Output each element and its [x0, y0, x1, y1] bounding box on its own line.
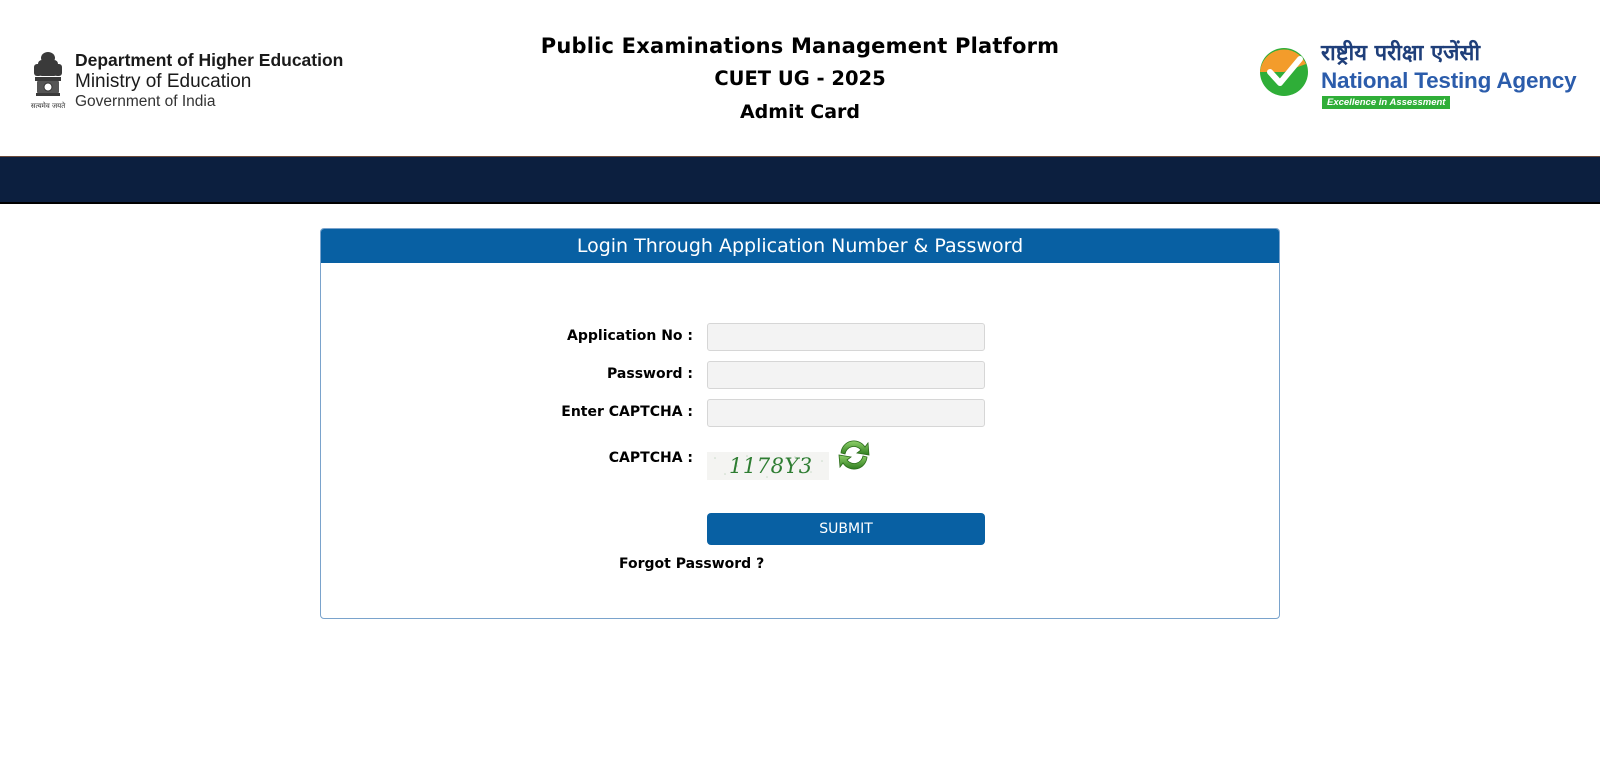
password-input[interactable] — [707, 361, 985, 389]
header-titles: Public Examinations Management Platform … — [400, 30, 1200, 128]
application-no-input[interactable] — [707, 323, 985, 351]
department-logo-block: सत्यमेव जयते Department of Higher Educat… — [28, 48, 388, 114]
navigation-bar — [0, 157, 1600, 204]
government-name: Government of India — [75, 93, 216, 110]
ministry-name: Ministry of Education — [75, 71, 252, 92]
department-text: Department of Higher Education Ministry … — [75, 50, 343, 111]
nta-logo-icon — [1260, 48, 1308, 96]
captcha-text: 1178Y3 — [729, 454, 813, 478]
emblem-caption: सत्यमेव जयते — [31, 101, 66, 110]
submit-button[interactable]: SUBMIT — [707, 513, 985, 545]
enter-captcha-label: Enter CAPTCHA : — [561, 404, 693, 420]
login-panel: Login Through Application Number & Passw… — [320, 228, 1280, 619]
captcha-label: CAPTCHA : — [608, 450, 693, 466]
platform-title: Public Examinations Management Platform — [540, 34, 1060, 58]
nta-english-name: National Testing Agency — [1321, 68, 1577, 93]
forgot-password-link[interactable]: Forgot Password ? — [619, 556, 764, 572]
department-name: Department of Higher Education — [75, 50, 344, 70]
nta-tagline: Excellence in Assessment — [1322, 96, 1451, 109]
captcha-input[interactable] — [707, 399, 985, 427]
exam-title: CUET UG - 2025 — [714, 67, 886, 90]
application-no-label: Application No : — [567, 328, 693, 344]
nta-hindi-name: राष्ट्रीय परीक्षा एजेंसी — [1321, 41, 1481, 66]
captcha-image: 1178Y3 — [707, 452, 829, 480]
refresh-icon[interactable] — [835, 436, 873, 474]
login-panel-heading: Login Through Application Number & Passw… — [321, 229, 1279, 263]
site-header: सत्यमेव जयते Department of Higher Educat… — [0, 0, 1600, 157]
nta-logo-block: राष्ट्रीय परीक्षा एजेंसी National Testin… — [1258, 40, 1588, 110]
document-title: Admit Card — [739, 101, 861, 123]
national-emblem-icon: सत्यमेव जयते — [31, 52, 66, 110]
password-label: Password : — [607, 366, 693, 382]
